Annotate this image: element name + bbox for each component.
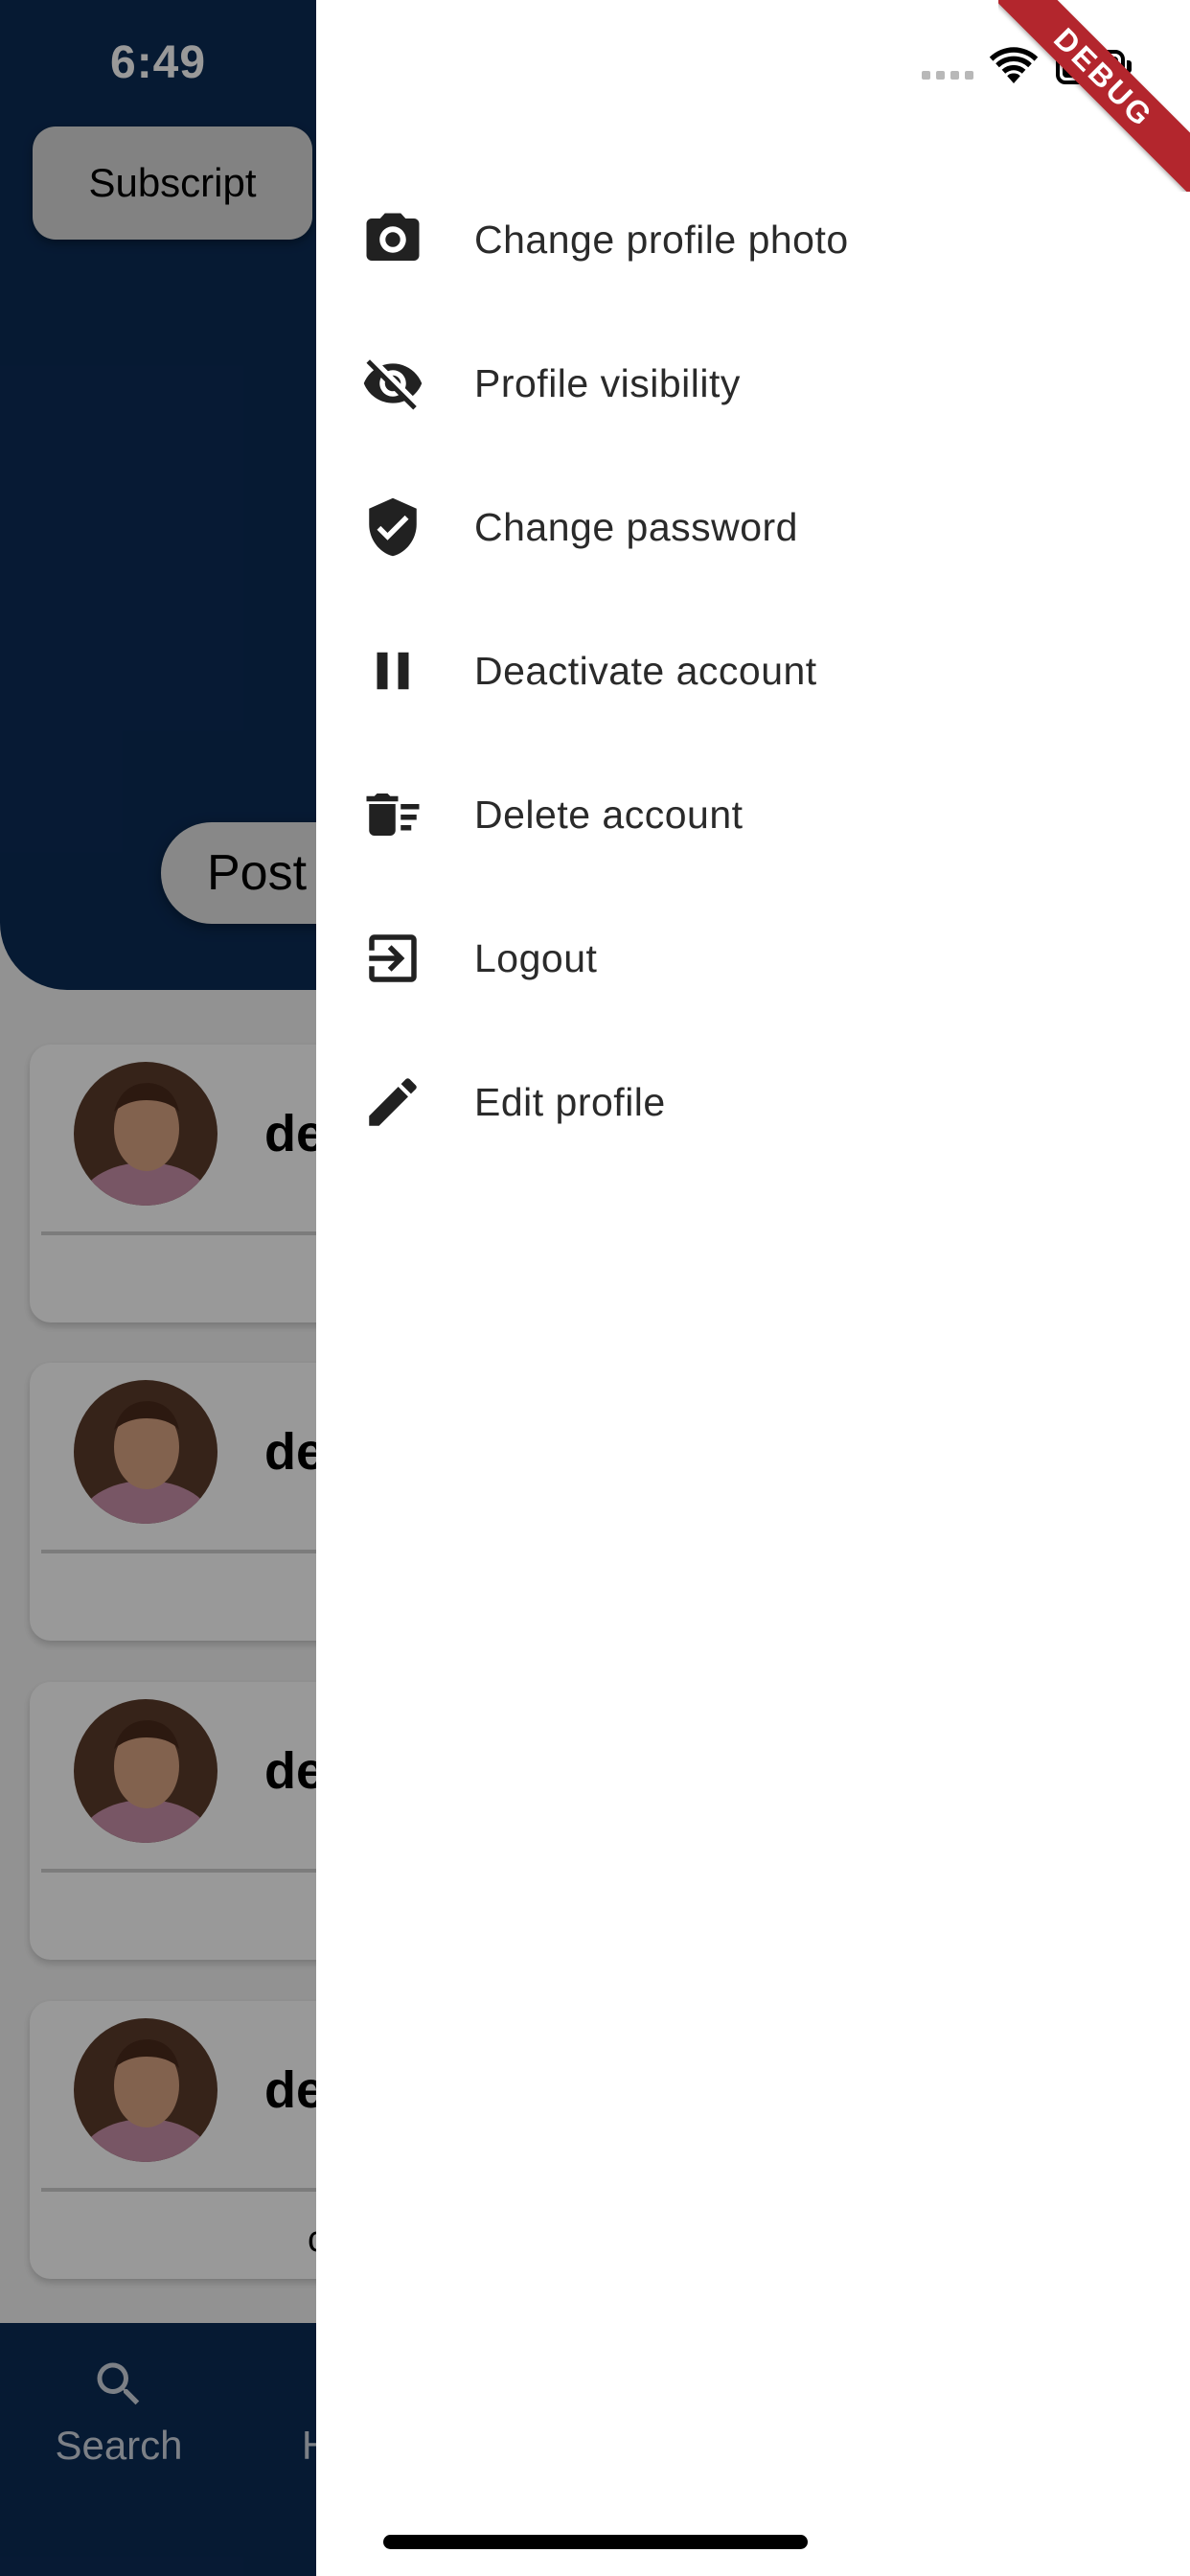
status-icons (922, 46, 1190, 84)
settings-drawer: Change profile photo Profile visibility … (316, 0, 1190, 2576)
pause-icon (361, 639, 424, 702)
battery-tip (1127, 60, 1132, 73)
edit-icon (361, 1070, 424, 1134)
menu-logout[interactable]: Logout (316, 886, 1190, 1030)
wifi-icon (989, 47, 1039, 83)
menu-change-profile-photo[interactable]: Change profile photo (316, 168, 1190, 311)
home-indicator[interactable] (383, 2535, 808, 2549)
menu-change-password[interactable]: Change password (316, 455, 1190, 599)
shield-check-icon (361, 495, 424, 559)
menu-label: Profile visibility (474, 360, 741, 405)
camera-icon (361, 208, 424, 271)
menu-deactivate-account[interactable]: Deactivate account (316, 599, 1190, 743)
menu-label: Edit profile (474, 1079, 666, 1124)
menu-label: Logout (474, 935, 598, 980)
visibility-off-icon (361, 352, 424, 415)
battery-icon (1056, 50, 1125, 84)
delete-sweep-icon (361, 783, 424, 846)
menu-profile-visibility[interactable]: Profile visibility (316, 311, 1190, 455)
menu-label: Change profile photo (474, 217, 849, 262)
drawer-menu: Change profile photo Profile visibility … (316, 168, 1190, 1174)
menu-label: Deactivate account (474, 648, 817, 693)
menu-label: Change password (474, 504, 798, 549)
menu-delete-account[interactable]: Delete account (316, 743, 1190, 886)
menu-edit-profile[interactable]: Edit profile (316, 1030, 1190, 1174)
menu-label: Delete account (474, 792, 744, 837)
signal-icon (922, 71, 973, 80)
logout-icon (361, 927, 424, 990)
